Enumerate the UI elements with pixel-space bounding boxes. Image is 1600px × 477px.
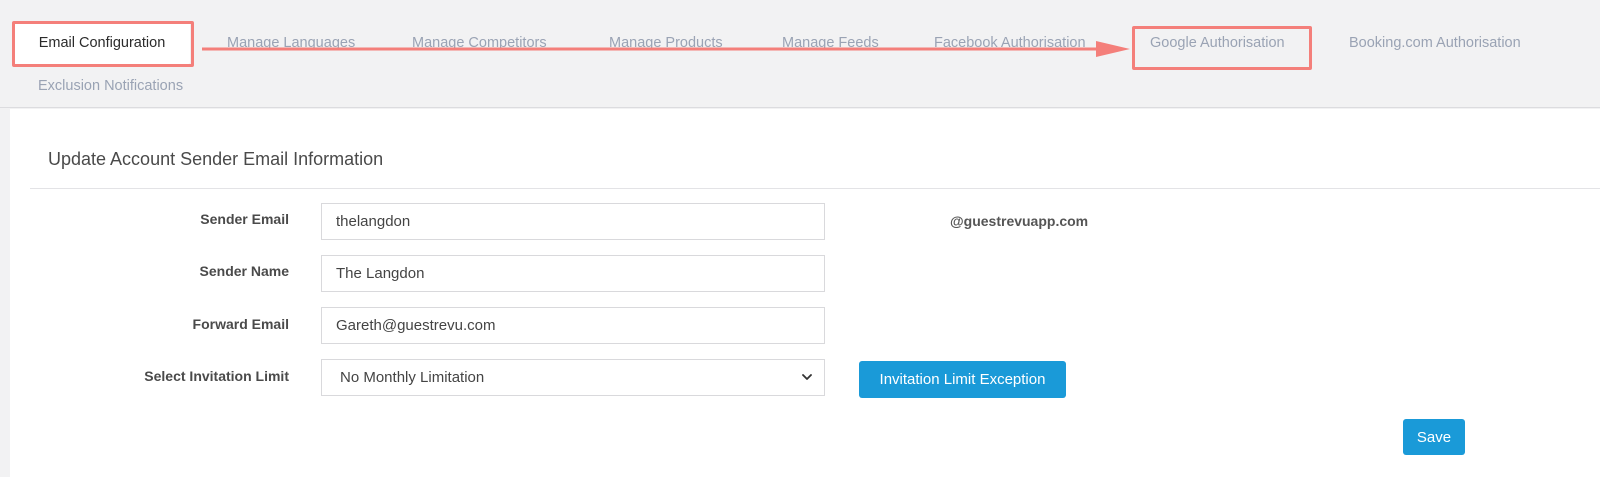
- section-title: Update Account Sender Email Information: [48, 149, 384, 169]
- sender-email-label: Sender Email: [200, 211, 289, 227]
- tab-email-configuration[interactable]: Email Configuration: [14, 22, 190, 64]
- sender-name-label: Sender Name: [199, 263, 289, 279]
- invitation-limit-value: No Monthly Limitation: [340, 369, 485, 386]
- forward-email-label: Forward Email: [192, 316, 289, 332]
- app-window: Email Configuration Manage Languages Man…: [0, 0, 1600, 477]
- forward-email-input[interactable]: Gareth@guestrevu.com: [321, 307, 825, 344]
- section-divider: [30, 188, 1600, 189]
- tab-manage-feeds[interactable]: Manage Feeds: [782, 35, 879, 51]
- save-button[interactable]: Save: [1403, 419, 1465, 455]
- tab-exclusion-notifications[interactable]: Exclusion Notifications: [38, 78, 183, 94]
- email-config-panel: Update Account Sender Email Information …: [10, 109, 1600, 477]
- invitation-limit-select[interactable]: No Monthly Limitation: [321, 359, 825, 396]
- tab-facebook-authorisation[interactable]: Facebook Authorisation: [934, 35, 1086, 51]
- invitation-limit-exception-button[interactable]: Invitation Limit Exception: [859, 361, 1066, 398]
- settings-tab-bar: Email Configuration Manage Languages Man…: [0, 0, 1600, 108]
- sender-email-domain: @guestrevuapp.com: [950, 213, 1089, 229]
- tab-manage-products[interactable]: Manage Products: [609, 35, 723, 51]
- invitation-limit-label: Select Invitation Limit: [144, 368, 289, 384]
- tab-google-authorisation[interactable]: Google Authorisation: [1150, 35, 1285, 51]
- sender-email-input[interactable]: thelangdon: [321, 203, 825, 240]
- tab-manage-languages[interactable]: Manage Languages: [227, 35, 355, 51]
- sender-name-input[interactable]: The Langdon: [321, 255, 825, 292]
- tab-booking-authorisation[interactable]: Booking.com Authorisation: [1349, 35, 1521, 51]
- chevron-down-icon: [802, 374, 812, 380]
- tab-manage-competitors[interactable]: Manage Competitors: [412, 35, 547, 51]
